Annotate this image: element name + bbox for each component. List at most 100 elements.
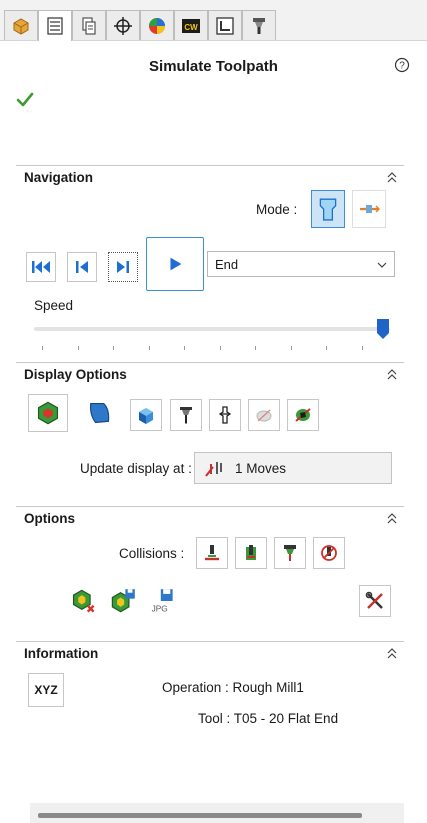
tab-part[interactable] xyxy=(4,10,38,40)
show-holder-button[interactable] xyxy=(209,399,241,431)
stock-save-icon xyxy=(111,589,135,613)
cam-tree-icon xyxy=(216,16,234,35)
part-icon xyxy=(13,17,29,35)
step-back-icon xyxy=(76,261,88,273)
horizontal-scrollbar[interactable] xyxy=(30,803,404,823)
collision-fixture-button[interactable] xyxy=(235,537,267,569)
speed-tick xyxy=(255,346,256,350)
save-stl-button[interactable] xyxy=(106,583,140,619)
toolpath-moves-icon xyxy=(205,462,222,477)
tab-cam-tool-tree[interactable] xyxy=(242,10,276,40)
speed-tick xyxy=(42,346,43,350)
collision-fixture-icon xyxy=(246,545,256,560)
collapse-chevron-icon[interactable] xyxy=(386,170,398,184)
options-section-header[interactable]: Options xyxy=(16,506,404,529)
display-options-header-label: Display Options xyxy=(24,367,127,382)
collision-holder-button[interactable] xyxy=(274,537,306,569)
appearance-icon xyxy=(149,17,165,34)
options-header-label: Options xyxy=(24,511,75,526)
update-display-label: Update display at : xyxy=(80,461,192,476)
speed-tick xyxy=(149,346,150,350)
collision-stock-button[interactable] xyxy=(196,537,228,569)
tab-property-manager[interactable] xyxy=(38,10,72,41)
tool-info: Tool : T05 - 20 Flat End xyxy=(198,711,339,726)
show-part-button[interactable] xyxy=(79,394,119,432)
collision-tool-icon xyxy=(205,545,219,561)
tab-appearance[interactable] xyxy=(140,10,174,40)
speed-tick xyxy=(184,346,185,350)
speed-slider-track[interactable] xyxy=(34,327,390,331)
difference-icon xyxy=(295,408,311,422)
tab-configuration[interactable] xyxy=(72,10,106,40)
display-options-section-header[interactable]: Display Options xyxy=(16,362,404,385)
collisions-label: Collisions : xyxy=(119,546,185,561)
update-display-button[interactable]: 1 Moves xyxy=(194,452,392,484)
xyz-button[interactable]: XYZ xyxy=(28,673,64,707)
first-step-button[interactable] xyxy=(26,252,56,282)
show-stock-button[interactable] xyxy=(28,394,68,432)
cam-icon: CW xyxy=(182,18,200,33)
tool-mode-icon xyxy=(319,198,337,221)
speed-label: Speed xyxy=(34,298,74,313)
ok-checkmark-icon[interactable] xyxy=(16,90,34,108)
mode-tool-button[interactable] xyxy=(311,190,345,228)
mode-part-button[interactable] xyxy=(352,190,386,228)
play-icon xyxy=(170,257,182,271)
part-mode-icon xyxy=(360,205,380,213)
save-jpg-button[interactable]: JPG xyxy=(145,583,179,619)
scrollbar-thumb[interactable] xyxy=(38,813,362,818)
show-difference-button[interactable] xyxy=(287,399,319,431)
tab-dimxpert[interactable] xyxy=(106,10,140,40)
speed-tick xyxy=(362,346,363,350)
mode-label: Mode : xyxy=(256,202,298,217)
skip-to-start-icon xyxy=(32,261,50,273)
save-jpg-icon: JPG xyxy=(152,589,173,614)
translucent-stock-button[interactable] xyxy=(248,399,280,431)
svg-text:?: ? xyxy=(399,61,405,72)
svg-text:JPG: JPG xyxy=(152,605,168,614)
information-section-header[interactable]: Information xyxy=(16,641,404,664)
cube-icon xyxy=(139,408,153,424)
tab-cam-feature-tree[interactable]: CW xyxy=(174,10,208,40)
show-fixture-button[interactable] xyxy=(130,399,162,431)
information-header-label: Information xyxy=(24,646,99,661)
page-title: Simulate Toolpath xyxy=(149,58,278,75)
chevron-down-icon xyxy=(377,262,387,268)
run-to-select[interactable]: End xyxy=(207,251,395,277)
tool-icon xyxy=(180,407,192,424)
remove-stl-button[interactable] xyxy=(66,583,100,619)
wrench-screwdriver-icon xyxy=(365,591,383,609)
collision-holder-icon xyxy=(284,545,296,561)
help-icon[interactable]: ? xyxy=(394,57,410,73)
next-step-button[interactable] xyxy=(108,252,138,282)
navigation-header-label: Navigation xyxy=(24,170,94,185)
feature-manager-tabs: CW xyxy=(0,0,427,41)
speed-slider-thumb[interactable] xyxy=(376,318,390,340)
tool-holder-icon xyxy=(253,17,265,34)
collision-off-icon xyxy=(321,545,337,561)
speed-tick xyxy=(220,346,221,350)
svg-text:CW: CW xyxy=(184,23,198,32)
step-forward-icon xyxy=(117,261,129,273)
run-to-value: End xyxy=(215,257,239,272)
stock-icon xyxy=(37,401,59,425)
xyz-label: XYZ xyxy=(34,683,58,697)
tab-cam-operation-tree[interactable] xyxy=(208,10,242,40)
update-display-value: 1 Moves xyxy=(235,461,287,476)
previous-step-button[interactable] xyxy=(67,252,97,282)
collision-clear-button[interactable] xyxy=(313,537,345,569)
holder-icon xyxy=(218,406,232,424)
settings-tools-button[interactable] xyxy=(359,585,391,617)
operation-info: Operation : Rough Mill1 xyxy=(162,680,304,695)
speed-tick xyxy=(78,346,79,350)
speed-tick xyxy=(291,346,292,350)
navigation-section-header[interactable]: Navigation xyxy=(16,165,404,188)
collapse-chevron-icon[interactable] xyxy=(386,367,398,381)
speed-tick xyxy=(326,346,327,350)
crosshair-icon xyxy=(114,16,132,35)
show-tool-button[interactable] xyxy=(170,399,202,431)
collapse-chevron-icon[interactable] xyxy=(386,511,398,525)
play-button[interactable] xyxy=(146,237,204,291)
collapse-chevron-icon[interactable] xyxy=(386,646,398,660)
stock-remove-icon xyxy=(72,589,95,613)
